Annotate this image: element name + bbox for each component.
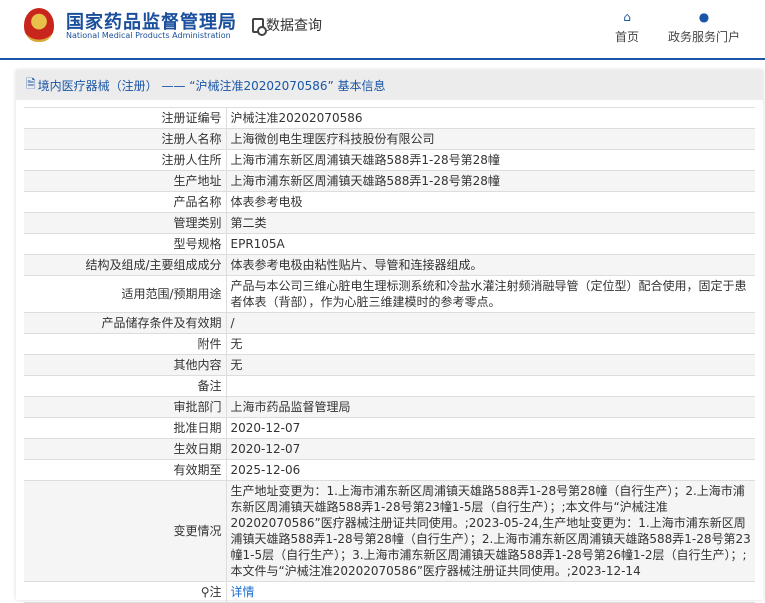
nav-gov-service-label: 政务服务门户 bbox=[668, 30, 741, 44]
table-row: 批准日期 2020-12-07 bbox=[24, 417, 755, 439]
field-value: 上海微创电生理医疗科技股份有限公司 bbox=[226, 128, 755, 150]
table-row: 适用范围/预期用途 产品与本公司三维心脏电生理标测系统和冷盐水灌注射频消融导管（定… bbox=[24, 275, 755, 313]
field-label: 产品名称 bbox=[24, 191, 227, 213]
table-row: 有效期至 2025-12-06 bbox=[24, 459, 755, 481]
field-label: 附件 bbox=[24, 333, 227, 355]
table-row: 注册人名称 上海微创电生理医疗科技股份有限公司 bbox=[24, 128, 755, 150]
field-value: 上海市浦东新区周浦镇天雄路588弄1-28号第28幢 bbox=[226, 170, 755, 192]
field-value: 生产地址变更为：1.上海市浦东新区周浦镇天雄路588弄1-28号第28幢（自行生… bbox=[226, 480, 755, 582]
table-row: 附件无 bbox=[24, 333, 755, 355]
field-value: 第二类 bbox=[226, 212, 755, 234]
field-label: 生效日期 bbox=[24, 438, 227, 460]
table-row: 生产地址 上海市浦东新区周浦镇天雄路588弄1-28号第28幢 bbox=[24, 170, 755, 192]
field-label: 注册人住所 bbox=[24, 149, 227, 171]
field-value: 2020-12-07 bbox=[226, 438, 755, 460]
field-label: 适用范围/预期用途 bbox=[24, 275, 227, 313]
table-row: 审批部门 上海市药品监督管理局 bbox=[24, 396, 755, 418]
nav-gov-service[interactable]: ● 政务服务门户 bbox=[668, 10, 740, 45]
field-label: 管理类别 bbox=[24, 212, 227, 234]
field-label: 注册人名称 bbox=[24, 128, 227, 150]
table-row: 产品名称 体表参考电极 bbox=[24, 191, 755, 213]
table-row: 其他内容无 bbox=[24, 354, 755, 376]
field-value: 2025-12-06 bbox=[226, 459, 755, 481]
field-value: 体表参考电极 bbox=[226, 191, 755, 213]
table-row: 管理类别 第二类 bbox=[24, 212, 755, 234]
table-row: 注册人住所 上海市浦东新区周浦镇天雄路588弄1-28号第28幢 bbox=[24, 149, 755, 171]
home-icon: ⌂ bbox=[623, 10, 631, 24]
table-row: 备注 bbox=[24, 375, 755, 397]
user-icon: ● bbox=[698, 10, 710, 24]
field-label: 备注 bbox=[24, 375, 227, 397]
detail-table: 注册证编号 沪械注准20202070586 注册人名称 上海微创电生理医疗科技股份有限… bbox=[24, 107, 755, 603]
details-link[interactable]: 详情 bbox=[231, 585, 255, 599]
detail-panel: 🗎 境内医疗器械（注册） —— “沪械注准20202070586” 基本信息 注册… bbox=[16, 70, 763, 603]
field-value: 体表参考电极由粘性贴片、导管和连接器组成。 bbox=[226, 254, 755, 276]
field-label: 型号规格 bbox=[24, 233, 227, 255]
field-value: 产品与本公司三维心脏电生理标测系统和冷盐水灌注射频消融导管（定位型）配合使用，固… bbox=[226, 275, 755, 313]
field-label: 批准日期 bbox=[24, 417, 227, 439]
data-query-label: 数据查询 bbox=[266, 18, 322, 34]
table-row: 产品储存条件及有效期 / bbox=[24, 312, 755, 334]
note-label: ⚲注 bbox=[24, 581, 227, 603]
table-row: 变更情况 生产地址变更为：1.上海市浦东新区周浦镇天雄路588弄1-28号第28幢… bbox=[24, 480, 755, 582]
table-row: 结构及组成/主要组成成分 体表参考电极由粘性贴片、导管和连接器组成。 bbox=[24, 254, 755, 276]
field-value: 2020-12-07 bbox=[226, 417, 755, 439]
table-row: 注册证编号 沪械注准20202070586 bbox=[24, 107, 755, 129]
field-label: 结构及组成/主要组成成分 bbox=[24, 254, 227, 276]
document-search-icon bbox=[252, 17, 267, 36]
nav-home[interactable]: ⌂ 首页 bbox=[615, 10, 639, 45]
field-value bbox=[226, 375, 755, 397]
nav-home-label: 首页 bbox=[615, 30, 640, 44]
field-value: 上海市药品监督管理局 bbox=[226, 396, 755, 418]
field-value: 无 bbox=[226, 354, 755, 376]
data-query-title: 数据查询 bbox=[252, 15, 322, 36]
field-label: 产品储存条件及有效期 bbox=[24, 312, 227, 334]
field-value: EPR105A bbox=[226, 233, 755, 255]
table-row: 型号规格 EPR105A bbox=[24, 233, 755, 255]
field-value: 无 bbox=[226, 333, 755, 355]
field-label: 变更情况 bbox=[24, 480, 227, 582]
field-value: 上海市浦东新区周浦镇天雄路588弄1-28号第28幢 bbox=[226, 149, 755, 171]
note-label-text: 注 bbox=[209, 585, 222, 599]
field-value: / bbox=[226, 312, 755, 334]
document-icon: 🗎 bbox=[26, 76, 36, 91]
field-label: 注册证编号 bbox=[24, 107, 227, 129]
field-label: 审批部门 bbox=[24, 396, 227, 418]
logo-subtitle: National Medical Products Administration bbox=[66, 31, 231, 40]
field-label: 生产地址 bbox=[24, 170, 227, 192]
field-label: 有效期至 bbox=[24, 459, 227, 481]
site-header: 国家药品监督管理局 National Medical Products Admi… bbox=[0, 0, 765, 60]
national-emblem-logo bbox=[24, 8, 54, 42]
note-cell: 详情 bbox=[226, 581, 755, 603]
panel-title-text: 境内医疗器械（注册） —— “沪械注准20202070586” 基本信息 bbox=[37, 78, 386, 93]
field-label: 其他内容 bbox=[24, 354, 227, 376]
field-value: 沪械注准20202070586 bbox=[226, 107, 755, 129]
panel-title: 🗎 境内医疗器械（注册） —— “沪械注准20202070586” 基本信息 bbox=[16, 70, 763, 100]
note-row: ⚲注 详情 bbox=[24, 581, 755, 603]
table-row: 生效日期 2020-12-07 bbox=[24, 438, 755, 460]
